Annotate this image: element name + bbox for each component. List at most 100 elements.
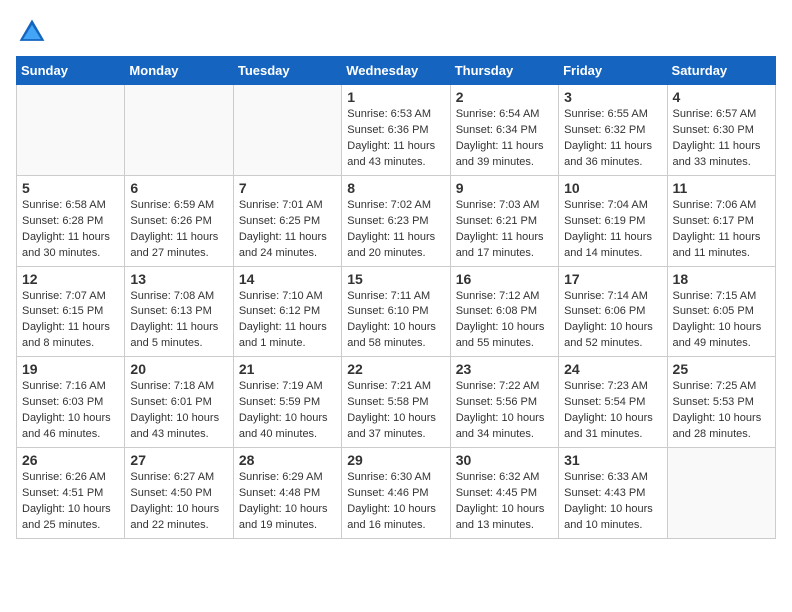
day-info: Sunrise: 7:25 AM Sunset: 5:53 PM Dayligh…: [673, 379, 770, 443]
logo-icon: [16, 16, 48, 48]
day-number: 16: [456, 271, 553, 287]
day-info: Sunrise: 7:11 AM Sunset: 6:10 PM Dayligh…: [347, 289, 444, 353]
calendar-cell: 9 Sunrise: 7:03 AM Sunset: 6:21 PM Daylig…: [450, 175, 558, 266]
day-number: 24: [564, 361, 661, 377]
day-info: Sunrise: 6:53 AM Sunset: 6:36 PM Dayligh…: [347, 107, 444, 171]
calendar-cell: [667, 448, 775, 539]
day-number: 9: [456, 180, 553, 196]
day-number: 11: [673, 180, 770, 196]
calendar-cell: 17Sunrise: 7:14 AM Sunset: 6:06 PM Dayli…: [559, 266, 667, 357]
week-row-3: 12 Sunrise: 7:07 AM Sunset: 6:15 PM Dayli…: [17, 266, 776, 357]
day-info: Sunrise: 6:32 AM Sunset: 4:45 PM Dayligh…: [456, 470, 553, 534]
week-row-4: 19Sunrise: 7:16 AM Sunset: 6:03 PM Dayli…: [17, 357, 776, 448]
day-info: Sunrise: 7:21 AM Sunset: 5:58 PM Dayligh…: [347, 379, 444, 443]
day-info: Sunrise: 7:07 AM Sunset: 6:15 PM Dayligh…: [22, 289, 119, 353]
day-number: 30: [456, 452, 553, 468]
calendar-cell: 18Sunrise: 7:15 AM Sunset: 6:05 PM Dayli…: [667, 266, 775, 357]
calendar-cell: 16 Sunrise: 7:12 AM Sunset: 6:08 PM Dayli…: [450, 266, 558, 357]
day-header-monday: Monday: [125, 57, 233, 85]
day-number: 10: [564, 180, 661, 196]
week-row-1: 1 Sunrise: 6:53 AM Sunset: 6:36 PM Daylig…: [17, 85, 776, 176]
calendar-cell: 15 Sunrise: 7:11 AM Sunset: 6:10 PM Dayli…: [342, 266, 450, 357]
day-info: Sunrise: 6:26 AM Sunset: 4:51 PM Dayligh…: [22, 470, 119, 534]
day-number: 5: [22, 180, 119, 196]
day-info: Sunrise: 7:22 AM Sunset: 5:56 PM Dayligh…: [456, 379, 553, 443]
day-info: Sunrise: 7:23 AM Sunset: 5:54 PM Dayligh…: [564, 379, 661, 443]
day-number: 29: [347, 452, 444, 468]
day-info: Sunrise: 7:14 AM Sunset: 6:06 PM Dayligh…: [564, 289, 661, 353]
calendar-cell: 24 Sunrise: 7:23 AM Sunset: 5:54 PM Dayli…: [559, 357, 667, 448]
calendar-cell: 22 Sunrise: 7:21 AM Sunset: 5:58 PM Dayli…: [342, 357, 450, 448]
day-header-saturday: Saturday: [667, 57, 775, 85]
calendar-cell: 11 Sunrise: 7:06 AM Sunset: 6:17 PM Dayli…: [667, 175, 775, 266]
day-info: Sunrise: 7:15 AM Sunset: 6:05 PM Dayligh…: [673, 289, 770, 353]
day-info: Sunrise: 7:10 AM Sunset: 6:12 PM Dayligh…: [239, 289, 336, 353]
calendar-cell: 7Sunrise: 7:01 AM Sunset: 6:25 PM Daylig…: [233, 175, 341, 266]
day-info: Sunrise: 7:04 AM Sunset: 6:19 PM Dayligh…: [564, 198, 661, 262]
day-info: Sunrise: 7:03 AM Sunset: 6:21 PM Dayligh…: [456, 198, 553, 262]
day-info: Sunrise: 6:30 AM Sunset: 4:46 PM Dayligh…: [347, 470, 444, 534]
day-info: Sunrise: 7:19 AM Sunset: 5:59 PM Dayligh…: [239, 379, 336, 443]
week-row-2: 5 Sunrise: 6:58 AM Sunset: 6:28 PM Daylig…: [17, 175, 776, 266]
day-number: 25: [673, 361, 770, 377]
day-header-sunday: Sunday: [17, 57, 125, 85]
day-number: 21: [239, 361, 336, 377]
day-info: Sunrise: 6:59 AM Sunset: 6:26 PM Dayligh…: [130, 198, 227, 262]
calendar-cell: 6 Sunrise: 6:59 AM Sunset: 6:26 PM Daylig…: [125, 175, 233, 266]
day-number: 2: [456, 89, 553, 105]
day-number: 8: [347, 180, 444, 196]
calendar-cell: 31 Sunrise: 6:33 AM Sunset: 4:43 PM Dayli…: [559, 448, 667, 539]
calendar-cell: 8 Sunrise: 7:02 AM Sunset: 6:23 PM Daylig…: [342, 175, 450, 266]
day-info: Sunrise: 6:58 AM Sunset: 6:28 PM Dayligh…: [22, 198, 119, 262]
day-number: 4: [673, 89, 770, 105]
day-info: Sunrise: 6:55 AM Sunset: 6:32 PM Dayligh…: [564, 107, 661, 171]
calendar-cell: 26 Sunrise: 6:26 AM Sunset: 4:51 PM Dayli…: [17, 448, 125, 539]
day-number: 22: [347, 361, 444, 377]
day-info: Sunrise: 7:06 AM Sunset: 6:17 PM Dayligh…: [673, 198, 770, 262]
calendar-cell: 14 Sunrise: 7:10 AM Sunset: 6:12 PM Dayli…: [233, 266, 341, 357]
day-info: Sunrise: 7:12 AM Sunset: 6:08 PM Dayligh…: [456, 289, 553, 353]
day-number: 7: [239, 180, 336, 196]
day-number: 27: [130, 452, 227, 468]
calendar-cell: 1 Sunrise: 6:53 AM Sunset: 6:36 PM Daylig…: [342, 85, 450, 176]
calendar-cell: 28 Sunrise: 6:29 AM Sunset: 4:48 PM Dayli…: [233, 448, 341, 539]
page-header: [16, 16, 776, 48]
calendar-cell: 12 Sunrise: 7:07 AM Sunset: 6:15 PM Dayli…: [17, 266, 125, 357]
day-number: 3: [564, 89, 661, 105]
day-number: 23: [456, 361, 553, 377]
day-info: Sunrise: 6:29 AM Sunset: 4:48 PM Dayligh…: [239, 470, 336, 534]
calendar-cell: 20 Sunrise: 7:18 AM Sunset: 6:01 PM Dayli…: [125, 357, 233, 448]
day-info: Sunrise: 6:57 AM Sunset: 6:30 PM Dayligh…: [673, 107, 770, 171]
calendar-cell: 3 Sunrise: 6:55 AM Sunset: 6:32 PM Daylig…: [559, 85, 667, 176]
calendar-cell: 2 Sunrise: 6:54 AM Sunset: 6:34 PM Daylig…: [450, 85, 558, 176]
day-info: Sunrise: 7:18 AM Sunset: 6:01 PM Dayligh…: [130, 379, 227, 443]
day-header-tuesday: Tuesday: [233, 57, 341, 85]
day-header-friday: Friday: [559, 57, 667, 85]
logo: [16, 16, 52, 48]
day-number: 6: [130, 180, 227, 196]
calendar-cell: [17, 85, 125, 176]
day-number: 14: [239, 271, 336, 287]
calendar-header-row: SundayMondayTuesdayWednesdayThursdayFrid…: [17, 57, 776, 85]
calendar-cell: 27Sunrise: 6:27 AM Sunset: 4:50 PM Dayli…: [125, 448, 233, 539]
day-number: 31: [564, 452, 661, 468]
day-number: 19: [22, 361, 119, 377]
day-info: Sunrise: 7:02 AM Sunset: 6:23 PM Dayligh…: [347, 198, 444, 262]
day-info: Sunrise: 6:33 AM Sunset: 4:43 PM Dayligh…: [564, 470, 661, 534]
day-number: 15: [347, 271, 444, 287]
day-number: 13: [130, 271, 227, 287]
calendar-cell: 10 Sunrise: 7:04 AM Sunset: 6:19 PM Dayli…: [559, 175, 667, 266]
day-number: 20: [130, 361, 227, 377]
calendar-cell: [125, 85, 233, 176]
calendar-cell: 13 Sunrise: 7:08 AM Sunset: 6:13 PM Dayli…: [125, 266, 233, 357]
day-number: 12: [22, 271, 119, 287]
day-number: 28: [239, 452, 336, 468]
day-info: Sunrise: 7:08 AM Sunset: 6:13 PM Dayligh…: [130, 289, 227, 353]
calendar-cell: 25 Sunrise: 7:25 AM Sunset: 5:53 PM Dayli…: [667, 357, 775, 448]
day-header-thursday: Thursday: [450, 57, 558, 85]
calendar-table: SundayMondayTuesdayWednesdayThursdayFrid…: [16, 56, 776, 539]
day-number: 26: [22, 452, 119, 468]
calendar-cell: 29 Sunrise: 6:30 AM Sunset: 4:46 PM Dayli…: [342, 448, 450, 539]
day-info: Sunrise: 6:54 AM Sunset: 6:34 PM Dayligh…: [456, 107, 553, 171]
day-number: 1: [347, 89, 444, 105]
